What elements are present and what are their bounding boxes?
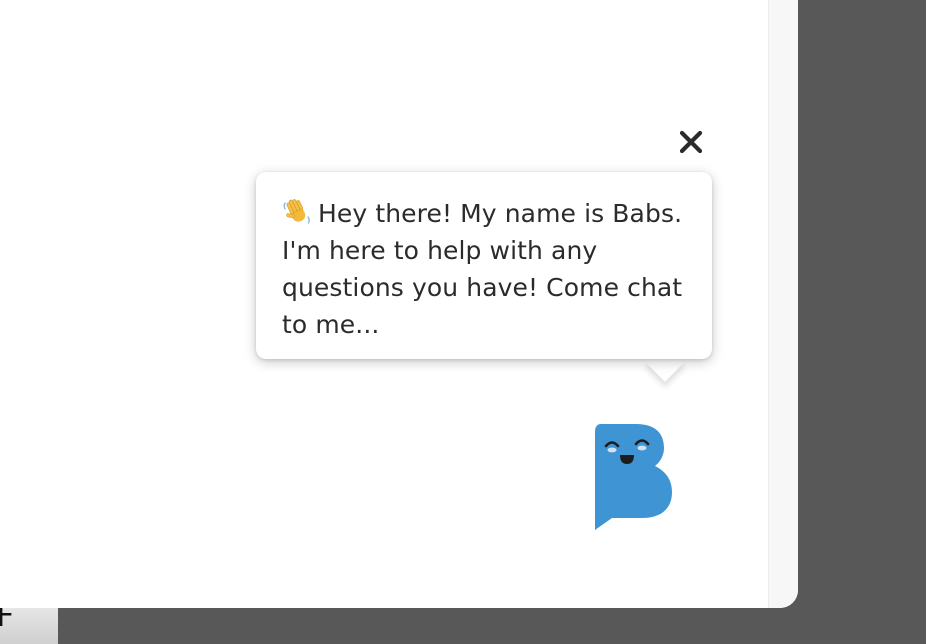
close-button[interactable] [675, 126, 707, 158]
chat-launcher[interactable] [592, 422, 674, 532]
close-icon [679, 130, 703, 154]
bubble-tail-cover [630, 330, 702, 356]
scrollbar-track[interactable] [768, 0, 798, 608]
greeting-message: Hey there! My name is Babs. I'm here to … [282, 199, 683, 339]
partial-glyph: F [0, 608, 15, 634]
babs-chat-bot-icon [595, 424, 672, 530]
greeting-text: Hey there! My name is Babs. I'm here to … [282, 195, 688, 343]
taskbar-fragment: F [0, 608, 58, 644]
waving-hand-icon [283, 199, 310, 224]
